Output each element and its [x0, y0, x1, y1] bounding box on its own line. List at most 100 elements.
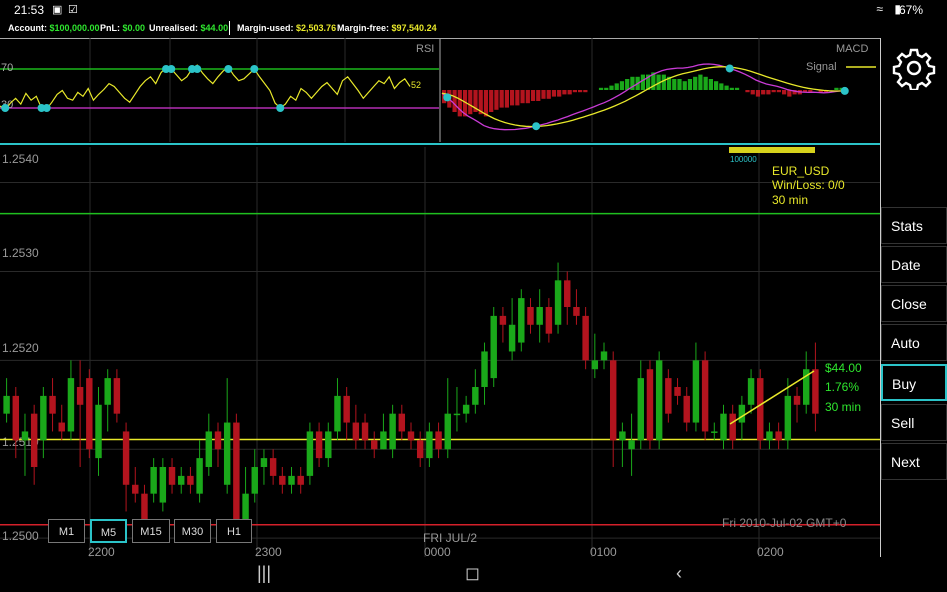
macd-bar: [714, 81, 719, 90]
candle-body: [288, 475, 295, 485]
rsi-70-label: 70: [1, 62, 13, 74]
candle-body: [361, 422, 369, 441]
day-label: FRI JUL/2: [423, 531, 477, 545]
candle-body: [178, 475, 185, 485]
chart-timeframe-label: 30 min: [772, 193, 808, 207]
candle-body: [104, 378, 111, 405]
candle: [518, 289, 525, 352]
candle-body: [150, 467, 157, 494]
macd-bar: [619, 81, 625, 90]
candle-body: [646, 369, 654, 441]
macd-title: MACD: [836, 43, 868, 55]
macd-bar: [766, 90, 771, 95]
candle-body: [692, 360, 700, 423]
macd-bar: [541, 90, 546, 99]
candle-body: [481, 351, 488, 387]
buy-button[interactable]: Buy: [881, 364, 947, 401]
candle-body: [536, 307, 543, 325]
price-chart[interactable]: 1.2540 1.2530 1.2520 1.2510 1.2500 2200 …: [0, 143, 880, 557]
candle-body: [269, 458, 277, 476]
candle-body: [490, 315, 497, 379]
candle-body: [554, 280, 562, 325]
candle: [233, 413, 240, 530]
timeframe-m5-button[interactable]: M5: [90, 519, 127, 543]
margin-free-label: Margin-free:: [337, 23, 390, 33]
stats-button[interactable]: Stats: [881, 207, 947, 244]
timeframe-m15-button[interactable]: M15: [132, 519, 170, 543]
candle-body: [637, 378, 644, 441]
macd-bar: [609, 85, 614, 90]
auto-button[interactable]: Auto: [881, 324, 947, 361]
candle: [490, 307, 497, 387]
candle-body: [371, 440, 378, 450]
candle-body: [315, 431, 323, 459]
candle-body: [545, 307, 553, 334]
macd-bar: [661, 74, 666, 90]
macd-bar: [682, 81, 687, 90]
macd-bar: [687, 79, 693, 90]
timeframe-m30-button[interactable]: M30: [174, 519, 211, 543]
candle-body: [499, 315, 507, 325]
candle-body: [564, 280, 571, 307]
recents-icon[interactable]: |||: [257, 563, 271, 584]
macd-bar: [530, 90, 536, 101]
candle-body: [655, 360, 663, 441]
candle: [701, 351, 709, 441]
macd-bar: [483, 90, 489, 117]
y-tick-label: 1.2500: [2, 529, 39, 543]
candle-body: [95, 404, 102, 459]
candle-body: [49, 395, 56, 414]
candle-body: [757, 378, 764, 441]
candle-body: [86, 378, 93, 450]
candle-body: [389, 413, 396, 450]
candle-body: [472, 387, 479, 405]
candle-body: [729, 413, 736, 441]
candle-body: [628, 440, 635, 450]
candle-body: [233, 422, 240, 521]
timeframe-h1-button[interactable]: H1: [216, 519, 252, 543]
macd-bar: [693, 76, 698, 90]
macd-bar: [761, 90, 766, 95]
rsi-title: RSI: [416, 43, 434, 55]
candle-body: [435, 431, 442, 450]
back-icon[interactable]: ‹: [676, 563, 682, 584]
macd-marker: [725, 64, 734, 73]
candle-body: [214, 431, 222, 450]
candle-body: [462, 404, 470, 414]
macd-bar: [698, 74, 703, 90]
candle-body: [453, 413, 461, 416]
macd-marker: [443, 93, 452, 102]
date-button[interactable]: Date: [881, 246, 947, 283]
x-tick-label: 2300: [255, 545, 282, 557]
macd-bar: [640, 74, 645, 90]
candle-body: [141, 493, 148, 521]
sell-button[interactable]: Sell: [881, 404, 947, 441]
macd-bar: [562, 90, 567, 95]
macd-bar: [729, 87, 734, 90]
macd-bar: [510, 90, 515, 106]
account-value: $100,000.00: [49, 23, 100, 33]
candle-body: [58, 422, 65, 432]
macd-marker: [532, 122, 541, 131]
volume-bar: [729, 147, 815, 153]
timeframe-m1-button[interactable]: M1: [48, 519, 85, 543]
next-button[interactable]: Next: [881, 443, 947, 480]
candle: [655, 351, 663, 450]
account-label: Account:: [8, 23, 47, 33]
candle: [757, 369, 764, 450]
close-button[interactable]: Close: [881, 285, 947, 322]
settings-gear-icon[interactable]: [892, 46, 936, 92]
macd-marker: [840, 86, 849, 95]
macd-bar: [457, 90, 462, 117]
candle-body: [21, 431, 29, 441]
home-icon[interactable]: ◻: [465, 563, 480, 584]
candle-body: [747, 378, 755, 405]
candle-body: [582, 315, 589, 361]
pnl-label: PnL:: [100, 23, 120, 33]
macd-bar: [734, 87, 740, 90]
candle-body: [196, 458, 203, 494]
candle-body: [251, 467, 258, 494]
candle-body: [132, 484, 139, 494]
candle-body: [380, 431, 387, 450]
candle-body: [683, 395, 690, 423]
